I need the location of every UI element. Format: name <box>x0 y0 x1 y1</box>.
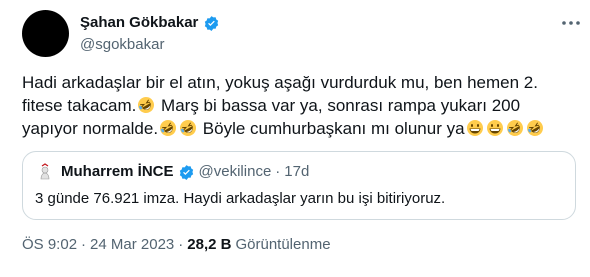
quoted-header: Muharrem İNCE @vekilince · 17d <box>61 163 309 181</box>
meta-separator: · <box>178 236 184 253</box>
quoted-tweet[interactable]: Muharrem İNCE @vekilince · 17d 3 günde 7… <box>22 151 576 220</box>
more-options-button[interactable] <box>560 14 582 32</box>
author-display-name[interactable]: Şahan Gökbakar <box>80 14 198 32</box>
verified-badge-icon <box>179 164 193 180</box>
tweet-time[interactable]: ÖS 9:02 <box>22 236 77 254</box>
verified-badge-icon <box>205 15 219 31</box>
tweet-text: Hadi arkadaşlar bir el atın, yokuş aşağı… <box>22 71 578 140</box>
quoted-author-avatar[interactable] <box>35 162 55 182</box>
rolling-on-floor-laughing-icon <box>160 120 177 136</box>
tweet-date[interactable]: 24 Mar 2023 <box>90 236 174 254</box>
rolling-on-floor-laughing-icon <box>506 120 523 136</box>
grinning-face-icon <box>466 120 483 136</box>
quoted-separator: · <box>275 163 281 180</box>
author-name-row: Şahan Gökbakar <box>80 14 220 32</box>
author-handle[interactable]: @sgokbakar <box>80 36 164 54</box>
grinning-face-icon <box>486 120 503 136</box>
tweet-meta: ÖS 9:02 · 24 Mar 2023 · 28,2 B Görüntüle… <box>22 236 331 254</box>
quoted-handle[interactable]: @vekilince <box>199 163 272 181</box>
quoted-text: 3 günde 76.921 imza. Haydi arkadaşlar ya… <box>35 190 446 207</box>
quoted-display-name[interactable]: Muharrem İNCE <box>61 163 174 181</box>
views-count[interactable]: 28,2 B <box>187 236 231 254</box>
meta-separator: · <box>81 236 87 253</box>
author-avatar[interactable] <box>22 10 69 57</box>
rolling-on-floor-laughing-icon <box>138 97 155 113</box>
tweet-text-part: Böyle cumhurbaşkanı mı olunur ya <box>198 119 465 138</box>
rolling-on-floor-laughing-icon <box>526 120 543 136</box>
more-horizontal-icon <box>562 21 580 25</box>
views-label[interactable]: Görüntülenme <box>235 236 330 254</box>
quoted-time[interactable]: 17d <box>284 163 309 181</box>
tweet-card: Şahan Gökbakar @sgokbakar Hadi arkadaşla… <box>0 0 590 277</box>
rolling-on-floor-laughing-icon <box>180 120 197 136</box>
